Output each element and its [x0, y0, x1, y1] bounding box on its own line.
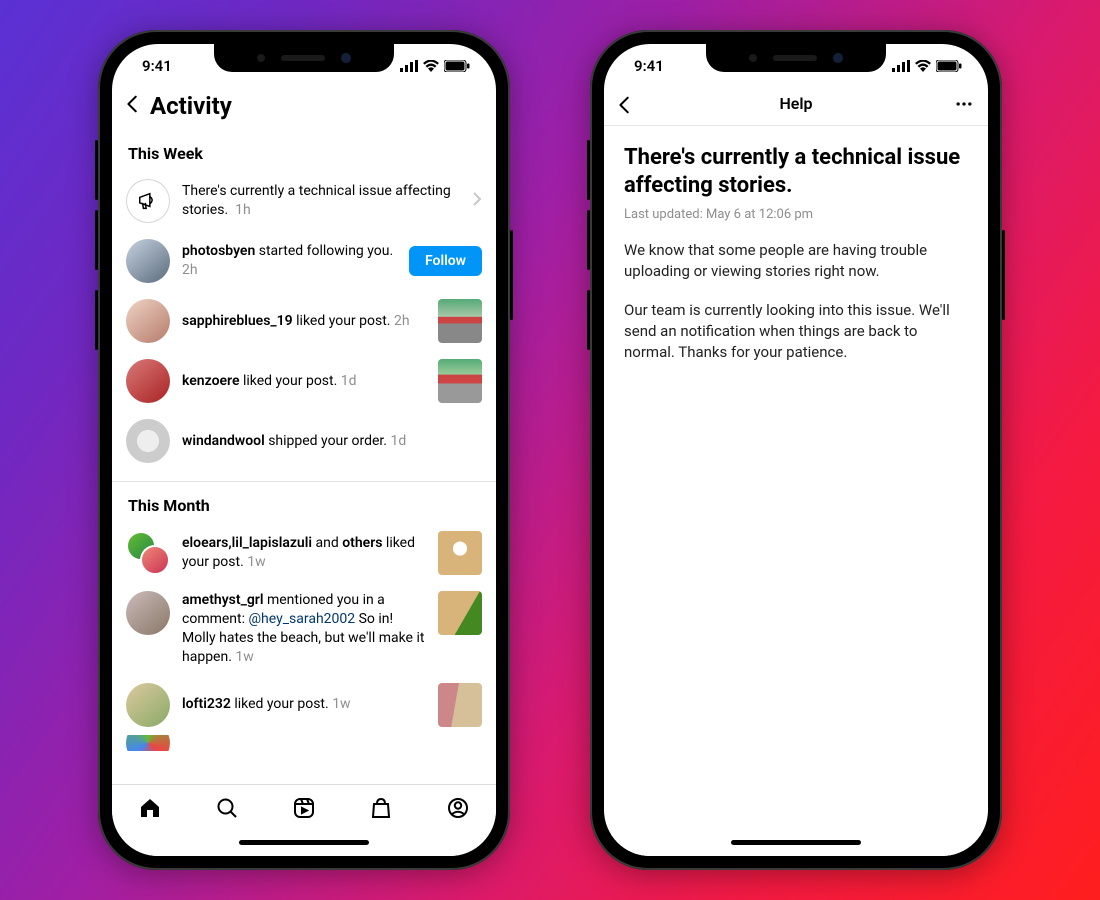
home-icon	[138, 796, 162, 820]
header-activity: Activity	[112, 88, 496, 130]
home-indicator-area	[112, 834, 496, 856]
nav-home[interactable]	[138, 796, 162, 824]
help-heading: There's currently a technical issue affe…	[624, 144, 968, 199]
header-help: Help	[604, 88, 988, 125]
shop-icon	[369, 796, 393, 820]
cellular-icon	[892, 60, 910, 72]
bottom-nav	[112, 784, 496, 834]
screen-activity: 9:41 Activity This Week There's currentl…	[112, 44, 496, 856]
activity-row-mention[interactable]: amethyst_grl mentioned you in a comment:…	[112, 583, 496, 675]
post-thumbnail[interactable]	[438, 299, 482, 343]
chevron-left-icon	[122, 93, 144, 115]
wifi-icon	[423, 60, 439, 72]
avatar[interactable]	[126, 735, 170, 751]
more-icon	[954, 94, 974, 114]
megaphone-avatar	[126, 179, 170, 223]
more-button[interactable]	[954, 94, 974, 118]
notch	[214, 44, 394, 72]
section-this-month-title: This Month	[112, 482, 496, 523]
follow-button[interactable]: Follow	[409, 246, 482, 276]
row-text: eloears,lil_lapislazuli and others liked…	[182, 534, 426, 572]
activity-row-multi-like[interactable]: eloears,lil_lapislazuli and others liked…	[112, 523, 496, 583]
activity-row-follow[interactable]: photosbyen started following you. 2h Fol…	[112, 231, 496, 291]
post-thumbnail[interactable]	[438, 591, 482, 635]
status-time: 9:41	[142, 57, 172, 75]
notch	[706, 44, 886, 72]
avatar[interactable]	[126, 419, 170, 463]
activity-row-partial[interactable]	[112, 735, 496, 751]
phone-activity: 9:41 Activity This Week There's currentl…	[98, 30, 510, 870]
section-this-week-title: This Week	[112, 130, 496, 171]
profile-icon	[446, 796, 470, 820]
row-text: kenzoere liked your post. 1d	[182, 372, 426, 391]
megaphone-icon	[137, 190, 159, 212]
activity-row-order[interactable]: windandwool shipped your order. 1d	[112, 411, 496, 471]
post-thumbnail[interactable]	[438, 359, 482, 403]
avatar[interactable]	[126, 683, 170, 727]
announcement-text: There's currently a technical issue affe…	[182, 182, 460, 220]
activity-content[interactable]: This Week There's currently a technical …	[112, 130, 496, 784]
home-indicator[interactable]	[239, 840, 369, 845]
chevron-left-icon	[614, 94, 636, 116]
home-indicator-area	[604, 834, 988, 856]
help-content[interactable]: There's currently a technical issue affe…	[604, 126, 988, 834]
help-updated: Last updated: May 6 at 12:06 pm	[624, 207, 968, 222]
activity-row-like[interactable]: sapphireblues_19 liked your post. 2h	[112, 291, 496, 351]
row-text: photosbyen started following you. 2h	[182, 242, 397, 280]
row-text: amethyst_grl mentioned you in a comment:…	[182, 591, 426, 667]
row-text: sapphireblues_19 liked your post. 2h	[182, 312, 426, 331]
nav-profile[interactable]	[446, 796, 470, 824]
post-thumbnail[interactable]	[438, 531, 482, 575]
screen-help: 9:41 Help There's currently a technical …	[604, 44, 988, 856]
status-time: 9:41	[634, 57, 664, 75]
nav-search[interactable]	[215, 796, 239, 824]
activity-row-like[interactable]: lofti232 liked your post. 1w	[112, 675, 496, 735]
avatar[interactable]	[126, 591, 170, 635]
battery-icon	[936, 60, 962, 72]
nav-reels[interactable]	[292, 796, 316, 824]
back-button[interactable]	[614, 94, 636, 120]
phone-help: 9:41 Help There's currently a technical …	[590, 30, 1002, 870]
page-title: Help	[779, 94, 812, 113]
activity-row-announcement[interactable]: There's currently a technical issue affe…	[112, 171, 496, 231]
home-indicator[interactable]	[731, 840, 861, 845]
avatar[interactable]	[126, 359, 170, 403]
reels-icon	[292, 796, 316, 820]
back-button[interactable]	[122, 93, 144, 119]
mention-link[interactable]: @hey_sarah2002	[248, 611, 355, 627]
search-icon	[215, 796, 239, 820]
wifi-icon	[915, 60, 931, 72]
nav-shop[interactable]	[369, 796, 393, 824]
battery-icon	[444, 60, 470, 72]
row-text: lofti232 liked your post. 1w	[182, 695, 426, 714]
page-title: Activity	[150, 92, 232, 120]
row-text: windandwool shipped your order. 1d	[182, 432, 482, 451]
activity-row-like[interactable]: kenzoere liked your post. 1d	[112, 351, 496, 411]
avatar-stack[interactable]	[126, 531, 170, 575]
status-indicators	[400, 60, 470, 72]
status-indicators	[892, 60, 962, 72]
avatar[interactable]	[126, 239, 170, 283]
help-paragraph: We know that some people are having trou…	[624, 240, 968, 282]
cellular-icon	[400, 60, 418, 72]
help-paragraph: Our team is currently looking into this …	[624, 300, 968, 363]
post-thumbnail[interactable]	[438, 683, 482, 727]
chevron-right-icon	[472, 191, 482, 211]
avatar[interactable]	[126, 299, 170, 343]
